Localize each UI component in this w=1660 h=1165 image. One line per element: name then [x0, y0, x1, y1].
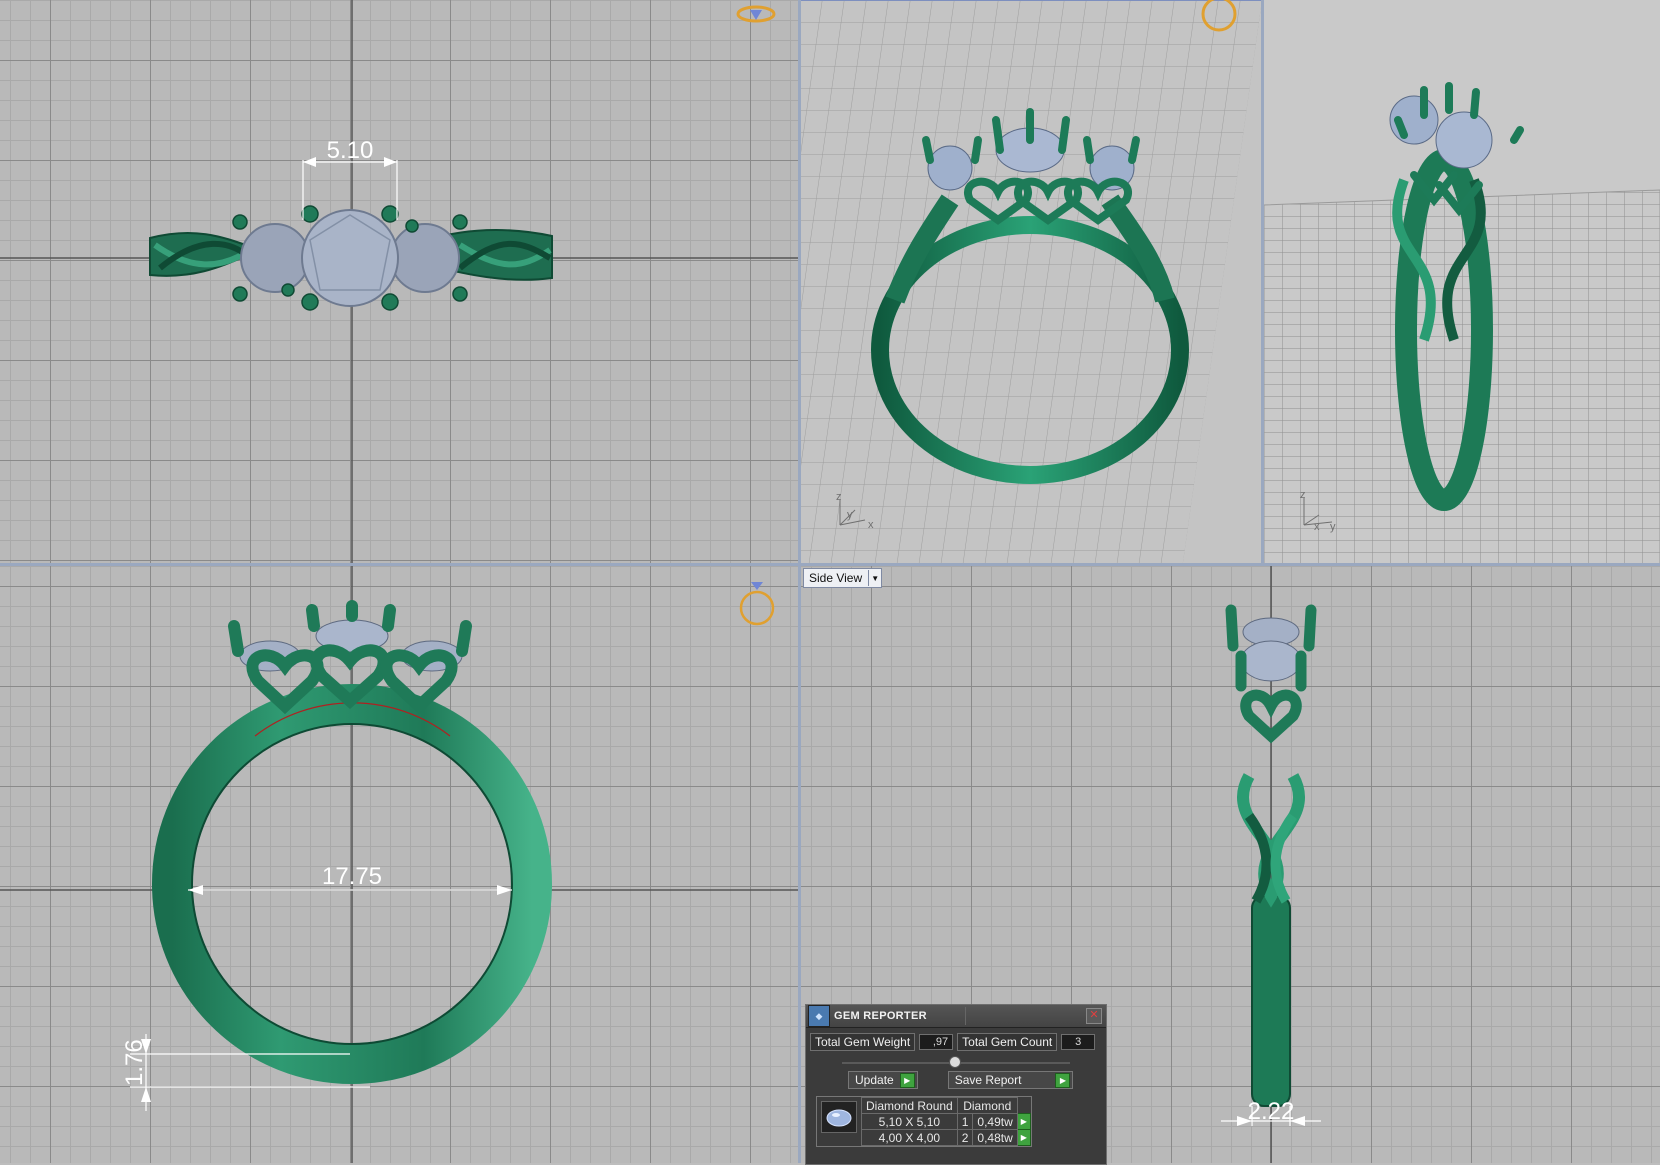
svg-text:z: z: [1300, 489, 1306, 501]
gem-reporter-icon: ◆: [808, 1005, 830, 1027]
gem-weight: 0,49tw: [972, 1113, 1018, 1130]
viewport-front[interactable]: 17.75 1.76: [0, 566, 798, 1163]
top-view-canvas: 5.10: [0, 0, 798, 564]
table-row[interactable]: 5,10 X 5,10 1 0,49tw ▶: [861, 1113, 1031, 1130]
ring-gizmo-icon[interactable]: [739, 582, 775, 626]
diamond-round-icon: [821, 1101, 857, 1133]
gem-size: 4,00 X 4,00: [861, 1129, 958, 1146]
total-gem-count-label: Total Gem Count: [957, 1033, 1058, 1051]
viewport-perspective-front[interactable]: z y x: [800, 0, 1262, 564]
dimension-band-width: 2.22: [1221, 1098, 1321, 1126]
dimension-band-thickness-label: 1.76: [121, 1039, 148, 1086]
ring-gizmo-icon[interactable]: [736, 5, 776, 23]
table-header: Diamond Round: [861, 1097, 958, 1114]
save-report-button-label: Save Report: [954, 1073, 1022, 1087]
gem-reporter-title: GEM REPORTER: [834, 1010, 927, 1022]
gem-count: 1: [956, 1113, 974, 1130]
close-icon[interactable]: ✕: [1086, 1008, 1102, 1024]
update-button-label: Update: [855, 1073, 894, 1087]
update-button[interactable]: Update ▶: [848, 1071, 918, 1089]
table-header: Diamond: [956, 1097, 1018, 1114]
dimension-band-width-label: 2.22: [1248, 1098, 1295, 1125]
gem-weight: 0,48tw: [972, 1129, 1018, 1146]
save-report-button[interactable]: Save Report ▶: [947, 1071, 1074, 1089]
dimension-inner-diameter-label: 17.75: [322, 863, 382, 890]
svg-text:z: z: [836, 491, 842, 503]
gem-count: 2: [956, 1129, 974, 1146]
gem-size: 5,10 X 5,10: [861, 1113, 958, 1130]
svg-text:y: y: [1330, 521, 1336, 533]
dimension-inner-diameter: 17.75: [188, 863, 512, 895]
play-icon: ▶: [899, 1072, 915, 1088]
viewport-top[interactable]: 5.10: [0, 0, 798, 564]
play-icon[interactable]: ▶: [1016, 1129, 1031, 1146]
viewport-divider-vertical-top[interactable]: [1261, 0, 1264, 564]
ring-top-model: [149, 205, 553, 311]
table-row[interactable]: 4,00 X 4,00 2 0,48tw ▶: [861, 1129, 1031, 1146]
total-gem-weight-label: Total Gem Weight: [810, 1033, 916, 1051]
perspective-front-canvas: z y x: [800, 0, 1262, 564]
perspective-side-canvas: z x y: [1264, 82, 1660, 564]
svg-text:y: y: [847, 509, 853, 521]
gem-table: Diamond Round Diamond 5,10 X 5,10 1 0,49…: [816, 1096, 1032, 1147]
gem-reporter-panel: ◆ GEM REPORTER ✕ Total Gem Weight ,97 To…: [805, 1004, 1107, 1165]
chevron-down-icon[interactable]: ▼: [868, 570, 881, 586]
dimension-top-width-label: 5.10: [327, 137, 374, 164]
total-gem-weight-value: ,97: [919, 1034, 954, 1050]
gem-reporter-slider-handle[interactable]: [949, 1056, 961, 1068]
total-gem-count-value: 3: [1061, 1034, 1096, 1050]
viewport-label-text: Side View: [809, 571, 863, 585]
svg-text:x: x: [1314, 521, 1320, 533]
gem-reporter-titlebar[interactable]: ◆ GEM REPORTER ✕: [806, 1005, 1106, 1028]
svg-text:x: x: [868, 519, 874, 531]
dimension-top-width: 5.10: [302, 137, 398, 220]
play-icon[interactable]: ▶: [1016, 1113, 1031, 1130]
viewport-perspective-side[interactable]: z x y: [1264, 0, 1660, 564]
viewport-label-side-view[interactable]: Side View ▼: [803, 568, 883, 588]
front-view-canvas: 17.75 1.76: [0, 566, 798, 1163]
play-icon: ▶: [1055, 1072, 1071, 1088]
